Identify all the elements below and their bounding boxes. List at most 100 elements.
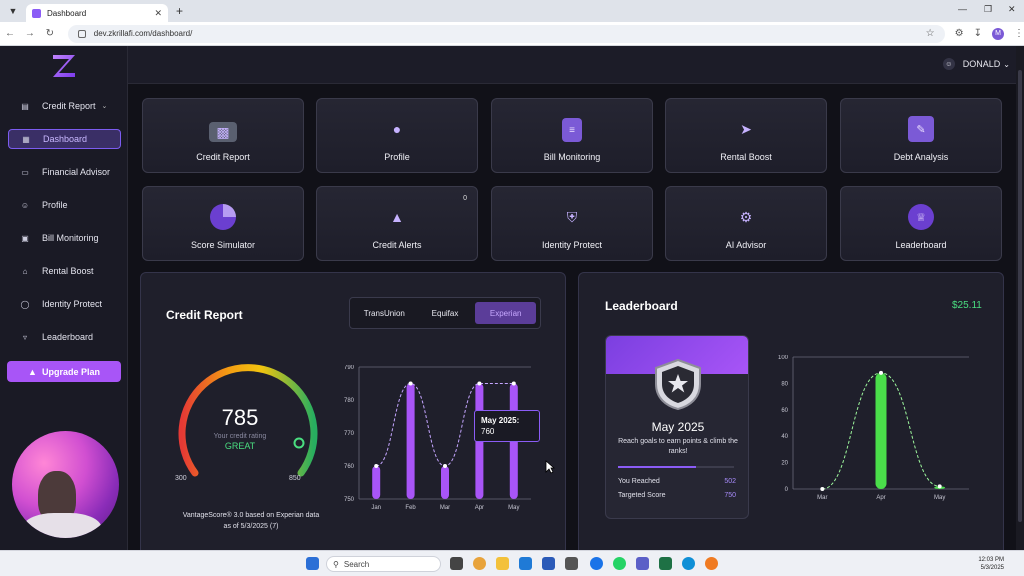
user-icon: ☺	[942, 58, 955, 70]
trophy-icon: ♕	[908, 204, 934, 230]
sidebar-item-identity-protect[interactable]: ◯ Identity Protect	[8, 294, 121, 314]
card-bill-monitoring[interactable]: ≡ Bill Monitoring	[491, 98, 653, 173]
sidebar-item-credit-report[interactable]: ▤ Credit Report ⌄	[8, 96, 121, 116]
teams-icon[interactable]	[636, 557, 649, 570]
search-icon: ⚲	[333, 559, 339, 569]
chart-bar	[875, 372, 887, 489]
url-field[interactable]: dev.zkrillafi.com/dashboard/ ☆	[67, 24, 945, 43]
score-footnote: VantageScore® 3.0 based on Experian data	[182, 512, 320, 519]
y-tick-label: 750	[344, 497, 355, 503]
chevron-down-icon: ⌄	[101, 103, 108, 110]
reload-icon[interactable]: ↻	[40, 28, 60, 39]
card-identity-protect[interactable]: ⛨ Identity Protect	[491, 186, 653, 261]
browser-tab[interactable]: Dashboard ✕	[26, 4, 168, 22]
card-credit-alerts[interactable]: 0 ▲ Credit Alerts	[316, 186, 478, 261]
minimize-icon[interactable]: —	[958, 4, 967, 14]
card-debt-analysis[interactable]: ✎ Debt Analysis	[840, 98, 1002, 173]
grid-icon: ▦	[22, 134, 30, 144]
taskbar-clock[interactable]: 12:03 PM 5/3/2025	[978, 556, 1004, 572]
app-orange-icon[interactable]	[705, 557, 718, 570]
shield-icon: ⛨	[566, 208, 578, 225]
clock-time: 12:03 PM	[978, 557, 1004, 563]
score-footnote-count[interactable]: (7)	[270, 523, 279, 530]
task-view-icon[interactable]	[450, 557, 463, 570]
card-leaderboard[interactable]: ♕ Leaderboard	[840, 186, 1002, 261]
score-footnote-date-text: as of 5/3/2025	[223, 523, 268, 530]
zoom-icon[interactable]	[590, 557, 603, 570]
tab-experian[interactable]: Experian	[475, 302, 537, 324]
rank-month: May 2025	[651, 420, 705, 434]
close-tab-icon[interactable]: ✕	[154, 8, 162, 19]
card-rental-boost[interactable]: ➤ Rental Boost	[665, 98, 827, 173]
sidebar-item-rental-boost[interactable]: ⌂ Rental Boost	[8, 261, 121, 281]
edge-icon[interactable]	[682, 557, 695, 570]
app-icon[interactable]	[565, 557, 578, 570]
zkrilla-logo[interactable]	[50, 52, 78, 80]
whatsapp-icon[interactable]	[613, 557, 626, 570]
user-menu[interactable]: ☺ DONALD ⌄	[942, 58, 1010, 70]
chevron-down-icon: ⌄	[1003, 59, 1010, 69]
extensions-icon[interactable]: ⚙	[955, 28, 964, 39]
browser-tab-bar: ▼ Dashboard ✕ + — ❐ ✕	[0, 0, 1024, 22]
y-tick-label: 100	[778, 355, 789, 361]
download-icon[interactable]: ↧	[974, 28, 982, 39]
rank-badge-icon	[655, 358, 701, 410]
back-icon[interactable]: ←	[0, 28, 20, 39]
word-icon[interactable]	[542, 557, 555, 570]
new-tab-icon[interactable]: +	[176, 4, 183, 18]
x-tick-label: Mar	[440, 505, 450, 511]
favicon-icon	[32, 8, 41, 18]
tab-equifax[interactable]: Equifax	[415, 302, 476, 324]
pie-icon	[210, 204, 236, 230]
leaderboard-rank-card: May 2025 Reach goals to earn points & cl…	[605, 335, 749, 519]
leaderboard-title: Leaderboard	[605, 299, 678, 313]
upgrade-plan-button[interactable]: ▲ Upgrade Plan	[7, 361, 121, 382]
chrome-icon[interactable]	[473, 557, 486, 570]
tab-menu-icon[interactable]: ▼	[4, 2, 22, 20]
sidebar-item-label: Leaderboard	[42, 332, 94, 342]
file-explorer-icon[interactable]	[496, 557, 509, 570]
outlook-icon[interactable]	[519, 557, 532, 570]
you-reached-value: 502	[724, 478, 736, 485]
chart-point	[820, 487, 825, 491]
card-label: Credit Report	[196, 152, 250, 162]
sidebar-item-bill-monitoring[interactable]: ▣ Bill Monitoring	[8, 228, 121, 248]
rank-progress-fill	[618, 466, 696, 468]
card-label: Score Simulator	[190, 240, 256, 250]
taskbar-search[interactable]: ⚲ Search	[326, 556, 441, 572]
rocket-icon: ➤	[740, 120, 752, 137]
bar-chart-icon: ▩	[209, 122, 237, 142]
document-icon: ▤	[21, 101, 29, 111]
you-reached-label: You Reached	[618, 478, 660, 485]
x-tick-label: Jan	[371, 505, 381, 511]
profile-avatar[interactable]: M	[991, 27, 1004, 40]
y-tick-label: 80	[781, 381, 788, 387]
card-credit-report[interactable]: ▩ Credit Report	[142, 98, 304, 173]
card-label: Bill Monitoring	[543, 152, 601, 162]
sidebar-item-dashboard[interactable]: ▦ Dashboard	[8, 129, 121, 149]
trophy-icon: ▿	[22, 332, 27, 342]
sidebar-item-profile[interactable]: ☺ Profile	[8, 195, 121, 215]
leaderboard-points-chart: 0 20 40 60 80 100 Mar Apr May	[778, 355, 969, 501]
restore-icon[interactable]: ❐	[984, 4, 992, 15]
scroll-thumb[interactable]	[1018, 70, 1022, 522]
site-info-icon[interactable]	[77, 29, 86, 38]
forward-icon[interactable]: →	[20, 28, 40, 39]
user-icon: ●	[392, 121, 402, 137]
card-profile[interactable]: ● Profile	[316, 98, 478, 173]
close-window-icon[interactable]: ✕	[1008, 4, 1016, 15]
card-score-simulator[interactable]: Score Simulator	[142, 186, 304, 261]
sidebar-item-leaderboard[interactable]: ▿ Leaderboard	[8, 327, 121, 347]
url-text: dev.zkrillafi.com/dashboard/	[93, 29, 193, 38]
sidebar-item-financial-advisor[interactable]: ▭ Financial Advisor	[8, 162, 121, 182]
tab-transunion[interactable]: TransUnion	[354, 302, 415, 324]
bookmark-star-icon[interactable]: ☆	[926, 28, 935, 39]
browser-menu-icon[interactable]: ⋮	[1014, 28, 1024, 39]
chart-bar	[441, 466, 449, 499]
y-tick-label: 790	[344, 365, 355, 371]
windows-start-icon[interactable]	[306, 557, 319, 570]
credit-report-title: Credit Report	[166, 308, 243, 322]
excel-icon[interactable]	[659, 557, 672, 570]
score-caption: Your credit rating	[213, 433, 267, 440]
card-ai-advisor[interactable]: ⚙ AI Advisor	[665, 186, 827, 261]
